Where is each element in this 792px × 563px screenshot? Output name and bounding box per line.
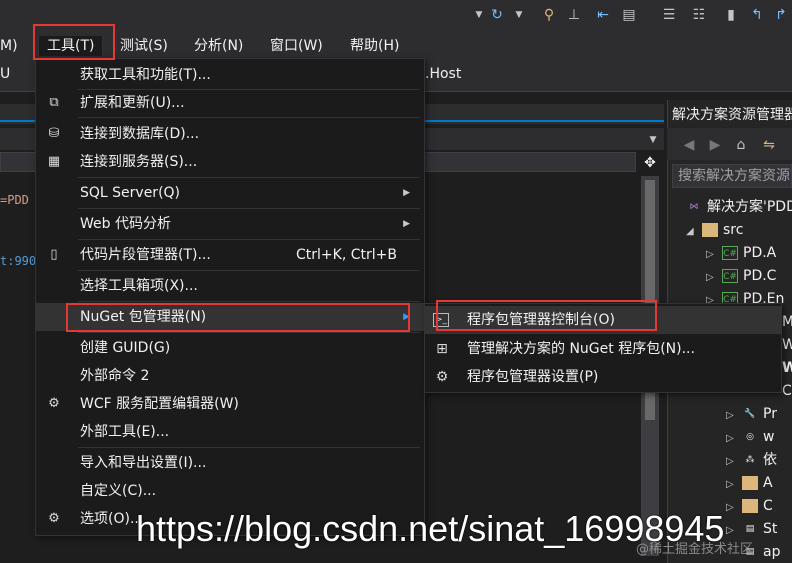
menu-sql-server[interactable]: SQL Server(Q) ▶ [36,179,424,207]
gears-icon: ⚙ [48,396,60,411]
globe-icon: ◎ [746,432,754,442]
gear-icon: ⚙ [435,369,449,385]
menu-item-window[interactable]: 窗口(W) [270,36,323,56]
tree-item-dependencies[interactable]: ▷ ⁂ 依 [726,449,777,471]
tree-item-partial[interactable]: W [782,357,792,379]
forward-icon[interactable]: ▶ [706,136,724,154]
folder-icon [742,499,758,513]
csharp-project-icon: C# [722,269,738,283]
folder-icon [742,476,758,490]
indent-icon[interactable]: ⊥ [565,6,583,24]
tree-item-partial[interactable]: M [782,311,792,333]
format-icon[interactable]: ▤ [620,6,638,24]
menu-choose-toolbox-items[interactable]: 选择工具箱项(X)... [36,272,424,300]
uncomment-icon[interactable]: ☷ [690,6,708,24]
collapsed-arrow-icon: ▷ [706,272,714,283]
code-line: t:990 [0,254,37,268]
watermark-badge: @稀土掘金技术社区 [636,542,754,557]
menu-snippets-manager[interactable]: ▯ 代码片段管理器(T)... Ctrl+K, Ctrl+B [36,241,424,269]
folder-icon [702,223,718,237]
collapsed-arrow-icon: ▷ [726,502,734,513]
expanded-arrow-icon: ◢ [686,226,694,237]
wrench-icon: 🔧 [744,409,756,419]
menu-external-command-2[interactable]: 外部命令 2 [36,362,424,390]
tree-item-src[interactable]: ◢ src [686,219,743,241]
menu-connect-database[interactable]: ⛁ 连接到数据库(D)... [36,120,424,148]
outdent-icon[interactable]: ⇤ [594,6,612,24]
chevron-down-icon[interactable]: ▼ [644,131,662,149]
submenu-arrow-icon: ▶ [403,219,410,229]
menu-wcf-config-editor[interactable]: ⚙ WCF 服务配置编辑器(W) [36,390,424,418]
startup-project-text[interactable]: .Host [425,66,461,82]
tree-item-project[interactable]: ▷ C# PD.A [706,242,776,264]
package-icon: ⊞ [436,341,448,357]
menu-extensions-updates[interactable]: ⧉ 扩展和更新(U)... [36,89,424,117]
tree-item-file[interactable]: ▷ ▤ St [726,518,777,540]
tree-item-project[interactable]: ▷ C# PD.C [706,265,776,287]
split-icon[interactable]: ✥ [641,154,659,172]
tree-item-partial[interactable]: C [782,380,792,402]
tree-item-properties[interactable]: ▷ 🔧 Pr [726,403,777,425]
submenu-package-manager-settings[interactable]: ⚙ 程序包管理器设置(P) [425,363,781,391]
menu-get-tools[interactable]: 获取工具和功能(T)... [36,61,424,89]
chevron-down-icon[interactable]: ▼ [510,6,528,24]
tree-item-partial[interactable]: W [782,334,792,356]
annotation-highlight [33,24,115,60]
next-bookmark-icon[interactable]: ↱ [772,6,790,24]
database-icon: ⛁ [48,126,60,141]
code-line: =PDD [0,193,29,207]
menu-external-tools[interactable]: 外部工具(E)... [36,418,424,446]
menu-item-help[interactable]: 帮助(H) [350,36,399,56]
file-icon: ▤ [745,524,755,534]
collapsed-arrow-icon: ▷ [726,479,734,490]
server-icon: ▦ [47,154,61,169]
tree-item-solution[interactable]: ⋈ 解决方案'PDD [686,196,792,218]
collapsed-arrow-icon: ▷ [726,433,734,444]
menu-item-test[interactable]: 测试(S) [120,36,168,56]
toolbar-config-text[interactable]: U [0,66,10,82]
tree-item-wwwroot[interactable]: ▷ ◎ w [726,426,774,448]
menu-create-guid[interactable]: 创建 GUID(G) [36,334,424,362]
find-icon[interactable]: ⚲ [540,6,558,24]
refresh-icon[interactable]: ↻ [488,6,506,24]
comment-icon[interactable]: ☰ [660,6,678,24]
collapsed-arrow-icon: ▷ [706,249,714,260]
back-icon[interactable]: ◀ [680,136,698,154]
menu-item-partial[interactable]: M) [0,36,18,56]
menu-customize[interactable]: 自定义(C)... [36,477,424,505]
dependencies-icon: ⁂ [745,455,755,465]
switch-views-icon[interactable]: ⇋ [760,136,778,154]
menu-item-analyze[interactable]: 分析(N) [194,36,243,56]
menu-web-code-analysis[interactable]: Web 代码分析 ▶ [36,210,424,238]
csharp-project-icon: C# [722,246,738,260]
menu-connect-server[interactable]: ▦ 连接到服务器(S)... [36,148,424,176]
solution-search-input[interactable]: 搜索解决方案资源管理器 [672,164,792,188]
annotation-highlight [436,300,657,331]
collapsed-arrow-icon: ▷ [726,456,734,467]
annotation-highlight [66,303,410,332]
prev-bookmark-icon[interactable]: ↰ [748,6,766,24]
snippet-icon: ▯ [50,247,58,262]
home-icon[interactable]: ⌂ [732,136,750,154]
solution-explorer-title: 解决方案资源管理器 [672,107,792,123]
submenu-arrow-icon: ▶ [403,188,410,198]
bookmark-icon[interactable]: ▮ [722,6,740,24]
chevron-down-icon[interactable]: ▼ [470,6,488,24]
submenu-manage-nuget-packages[interactable]: ⊞ 管理解决方案的 NuGet 程序包(N)... [425,335,781,363]
collapsed-arrow-icon: ▷ [726,410,734,421]
tree-item-folder[interactable]: ▷ C [726,495,773,517]
extensions-icon: ⧉ [49,95,59,110]
tree-item-folder[interactable]: ▷ A [726,472,773,494]
menu-import-export-settings[interactable]: 导入和导出设置(I)... [36,449,424,477]
gear-icon: ⚙ [48,511,60,526]
solution-icon: ⋈ [689,202,699,212]
